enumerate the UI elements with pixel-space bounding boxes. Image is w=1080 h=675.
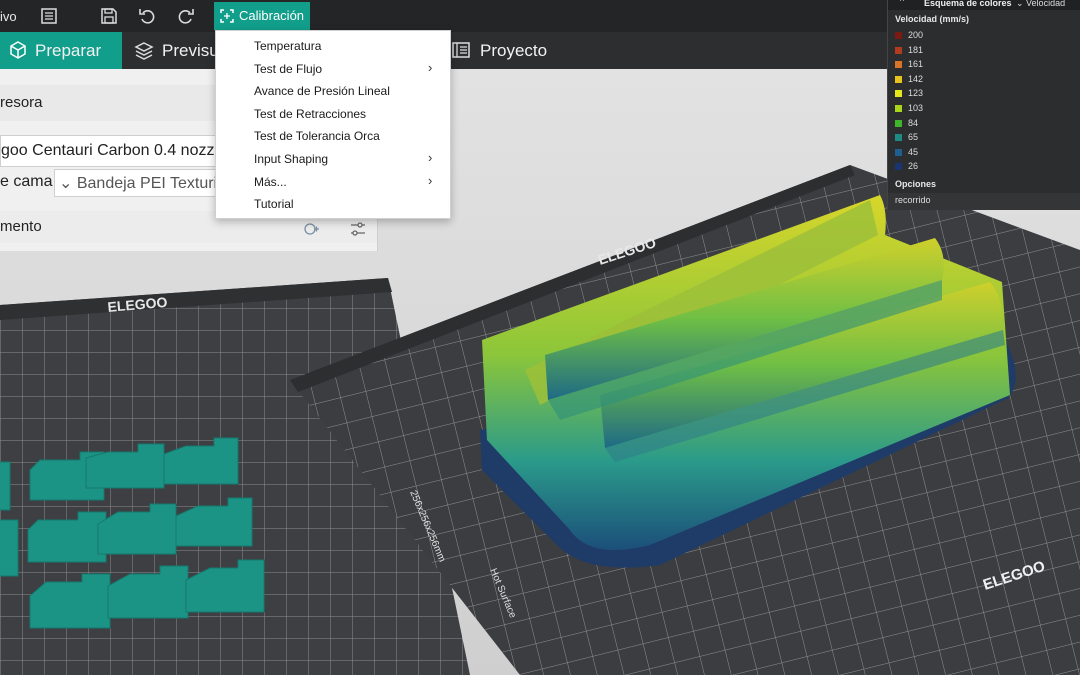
tab-preparar[interactable]: Preparar bbox=[0, 32, 122, 69]
menu-icon[interactable] bbox=[39, 6, 59, 26]
menu-item-input-shaping[interactable]: Input Shaping bbox=[254, 152, 328, 166]
legend-item: 65 bbox=[895, 132, 918, 142]
color-scheme-value: Velocidad bbox=[1026, 0, 1066, 8]
section-title: mento bbox=[0, 218, 42, 235]
calibration-dropdown: Temperatura Test de Flujo › Avance de Pr… bbox=[215, 30, 451, 219]
calibration-icon bbox=[220, 9, 234, 23]
bed-type-value: Bandeja PEI Texturi bbox=[76, 175, 216, 192]
layers-icon bbox=[134, 42, 154, 60]
menu-item-mas[interactable]: Más... bbox=[254, 175, 287, 189]
tab-proyecto[interactable]: Proyecto bbox=[452, 32, 547, 69]
chevron-right-icon: › bbox=[428, 150, 433, 165]
add-process-icon[interactable] bbox=[302, 218, 320, 250]
tab-preview[interactable]: Previsu bbox=[132, 32, 219, 69]
legend-section-title: Velocidad (mm/s) bbox=[895, 14, 970, 24]
legend-item: 103 bbox=[895, 103, 923, 113]
tab-label: Preparar bbox=[35, 41, 102, 60]
menu-item-tutorial[interactable]: Tutorial bbox=[254, 197, 294, 211]
legend-footer: recorrido bbox=[888, 193, 1080, 210]
legend-title: Esquema de colores bbox=[924, 0, 1012, 8]
bed-type-label: e cama bbox=[0, 173, 53, 190]
save-icon[interactable] bbox=[99, 6, 119, 26]
redo-icon[interactable] bbox=[176, 6, 196, 26]
legend-item: 181 bbox=[895, 45, 923, 55]
menu-item-test-de-flujo[interactable]: Test de Flujo bbox=[254, 62, 322, 76]
legend-value: 26 bbox=[908, 161, 919, 172]
legend-value: 161 bbox=[908, 59, 924, 70]
legend-header: ^ Esquema de colores ⌄ Velocidad bbox=[888, 0, 1080, 10]
printer-select[interactable]: goo Centauri Carbon 0.4 nozzle bbox=[0, 135, 218, 167]
legend-item: 200 bbox=[895, 30, 923, 40]
legend-item: 142 bbox=[895, 74, 923, 84]
tab-label: Proyecto bbox=[480, 41, 548, 60]
legend-value: 200 bbox=[908, 30, 924, 40]
legend-swatch bbox=[895, 75, 902, 83]
legend-swatch bbox=[895, 134, 902, 142]
legend-value: 142 bbox=[908, 73, 924, 84]
chevron-down-icon: ⌄ bbox=[1016, 0, 1027, 8]
menu-item-tolerancia[interactable]: Test de Tolerancia Orca bbox=[254, 129, 380, 143]
undo-icon[interactable] bbox=[137, 6, 157, 26]
legend-swatch bbox=[895, 119, 902, 127]
tab-label: Previsu bbox=[162, 41, 219, 60]
legend-swatch bbox=[895, 105, 902, 112]
legend-value: 123 bbox=[908, 88, 924, 99]
legend-item: 84 bbox=[895, 118, 918, 128]
legend-swatch bbox=[895, 90, 902, 98]
teal-parts[interactable] bbox=[0, 437, 265, 629]
color-scheme-legend: ^ Esquema de colores ⌄ Velocidad Velocid… bbox=[887, 0, 1080, 210]
calibration-label: Calibración bbox=[239, 8, 305, 23]
legend-value: 84 bbox=[908, 117, 919, 128]
chevron-right-icon: › bbox=[428, 173, 433, 188]
menu-item-temperatura[interactable]: Temperatura bbox=[254, 39, 321, 53]
bed-type-select[interactable]: ⌄ Bandeja PEI Texturi bbox=[54, 169, 216, 197]
legend-swatch bbox=[895, 32, 902, 39]
project-icon bbox=[452, 42, 470, 58]
settings-sliders-icon[interactable] bbox=[349, 218, 367, 250]
cube-icon bbox=[10, 41, 26, 59]
menu-item-avance-presion[interactable]: Avance de Presión Lineal bbox=[254, 84, 390, 98]
chevron-down-icon: ⌄ bbox=[59, 175, 77, 192]
legend-item: 161 bbox=[895, 59, 923, 69]
collapse-icon[interactable]: ^ bbox=[900, 0, 904, 6]
legend-options-title: Opciones bbox=[895, 179, 937, 189]
legend-item: 123 bbox=[895, 88, 923, 98]
legend-swatch bbox=[895, 148, 902, 156]
legend-swatch bbox=[895, 61, 902, 69]
legend-value: 181 bbox=[908, 44, 924, 55]
legend-item: 26 bbox=[895, 161, 918, 171]
chevron-right-icon: › bbox=[428, 60, 433, 75]
calibration-menu-button[interactable]: Calibración bbox=[214, 2, 310, 30]
menu-item-retracciones[interactable]: Test de Retracciones bbox=[254, 107, 366, 121]
legend-swatch bbox=[895, 163, 902, 171]
legend-value: 65 bbox=[908, 132, 919, 143]
legend-swatch bbox=[895, 46, 902, 54]
legend-value: 45 bbox=[908, 146, 919, 157]
legend-value: 103 bbox=[908, 103, 924, 113]
legend-item: 45 bbox=[895, 147, 918, 157]
color-scheme-select[interactable]: ⌄ Velocidad bbox=[1016, 0, 1065, 9]
file-menu[interactable]: ivo bbox=[0, 9, 17, 24]
